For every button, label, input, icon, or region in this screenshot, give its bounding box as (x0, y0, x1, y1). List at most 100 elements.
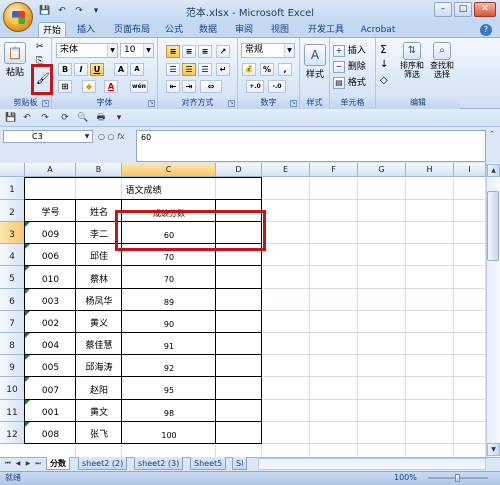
percent-button[interactable]: % (260, 63, 274, 76)
table-cell[interactable]: 60 (122, 227, 216, 244)
preview-icon[interactable]: 🔍 (76, 111, 90, 125)
table-cell[interactable]: 黄义 (76, 316, 122, 333)
row-header-10[interactable]: 10 (0, 377, 25, 400)
last-sheet-icon[interactable]: ⏭ (33, 459, 43, 469)
format-painter-icon[interactable]: 🖌 (36, 72, 50, 85)
column-header-g[interactable]: G (358, 163, 406, 177)
alignment-launcher-icon[interactable]: ↘ (228, 100, 235, 107)
table-cell[interactable]: 010 (25, 271, 76, 289)
maximize-button[interactable]: □ (454, 2, 472, 17)
help-icon[interactable]: ? (480, 24, 492, 36)
formula-input[interactable]: 60 (136, 130, 486, 162)
prev-sheet-icon[interactable]: ◀ (13, 459, 23, 469)
delete-cells-button[interactable]: − 删除 (333, 59, 366, 73)
first-sheet-icon[interactable]: ⏮ (3, 459, 13, 469)
clipboard-launcher-icon[interactable]: ↘ (42, 100, 49, 107)
insert-function-icon[interactable]: ○ ○ fx (98, 130, 134, 143)
row-header-3[interactable]: 3 (0, 222, 25, 244)
table-cell[interactable]: 005 (25, 360, 76, 377)
error-indicator-icon[interactable] (25, 311, 30, 316)
table-cell[interactable]: 张飞 (76, 427, 122, 444)
align-right-icon[interactable]: ☰ (198, 63, 212, 76)
table-cell[interactable]: 蔡佳慧 (76, 338, 122, 355)
header-cell[interactable]: 姓名 (76, 205, 122, 222)
font-size-select[interactable]: 10 ▼ (120, 43, 154, 58)
format-cells-button[interactable]: ▤ 格式 (333, 75, 366, 89)
table-cell[interactable]: 004 (25, 338, 76, 355)
refresh-icon[interactable]: ⟳ (58, 111, 72, 125)
tab-view[interactable]: 视图 (266, 22, 294, 38)
header-cell[interactable]: 成绩分数 (122, 205, 216, 222)
column-header-d[interactable]: D (216, 163, 262, 177)
table-cell[interactable]: 98 (122, 405, 216, 422)
table-cell[interactable]: 100 (122, 427, 216, 444)
table-cell[interactable]: 92 (122, 360, 216, 377)
table-cell[interactable]: 90 (122, 316, 216, 333)
table-cell[interactable]: 001 (25, 405, 76, 422)
sheet-tab-sheet2-2[interactable]: sheet2 (2) (78, 457, 128, 470)
align-center-icon[interactable]: ☰ (182, 63, 196, 76)
name-box[interactable]: C3 (3, 130, 93, 143)
wrap-text-icon[interactable]: ↵ (216, 63, 230, 76)
table-cell[interactable]: 邱佳 (76, 249, 122, 266)
error-indicator-icon[interactable] (25, 400, 30, 405)
shrink-font-button[interactable]: A (130, 63, 144, 76)
find-select-button[interactable]: ⌕ 查找和 选择 (428, 42, 456, 79)
error-indicator-icon[interactable] (25, 289, 30, 294)
scroll-up-icon[interactable]: ▲ (487, 164, 500, 177)
table-cell[interactable]: 003 (25, 294, 76, 311)
increase-indent-icon[interactable]: ⇥ (182, 80, 196, 93)
table-cell[interactable]: 89 (122, 294, 216, 311)
currency-icon[interactable]: 💰 (242, 63, 256, 76)
minimize-button[interactable]: – (434, 2, 452, 17)
fill-color-icon[interactable]: ◆ (82, 80, 96, 93)
copy-icon[interactable]: ⎘ (36, 56, 43, 66)
sheet-title-cell[interactable]: 语文成绩 (25, 182, 262, 200)
decrease-decimal-button[interactable]: -.0 (268, 80, 286, 93)
comma-button[interactable]: , (278, 63, 292, 76)
bold-button[interactable]: B (58, 63, 72, 76)
table-cell[interactable]: 007 (25, 382, 76, 400)
tab-review[interactable]: 审阅 (230, 22, 258, 38)
row-header-12[interactable]: 12 (0, 422, 25, 444)
number-launcher-icon[interactable]: ↘ (290, 100, 297, 107)
row-header-8[interactable]: 8 (0, 333, 25, 355)
row-header-4[interactable]: 4 (0, 244, 25, 266)
tab-page-layout[interactable]: 页面布局 (108, 22, 156, 38)
scroll-down-icon[interactable]: ▼ (487, 443, 500, 456)
error-indicator-icon[interactable] (25, 266, 30, 271)
align-top-icon[interactable]: ≡ (166, 45, 180, 58)
orientation-icon[interactable]: ↗ (216, 45, 230, 58)
column-header-e[interactable]: E (262, 163, 310, 177)
error-indicator-icon[interactable] (25, 422, 30, 427)
align-middle-icon[interactable]: ≡ (182, 45, 196, 58)
column-header-a[interactable]: A (25, 163, 76, 177)
sheet-tab-scores[interactable]: 分数 (46, 457, 70, 470)
table-cell[interactable]: 91 (122, 338, 216, 355)
underline-button[interactable]: U (90, 63, 104, 76)
cut-icon[interactable]: ✂ (36, 42, 44, 52)
next-sheet-icon[interactable]: ▶ (23, 459, 33, 469)
tab-data[interactable]: 数据 (194, 22, 222, 38)
sheet-tab-partial[interactable]: Sl (232, 457, 248, 470)
table-cell[interactable]: 赵阳 (76, 382, 122, 400)
row-header-6[interactable]: 6 (0, 289, 25, 311)
error-indicator-icon[interactable] (25, 355, 30, 360)
column-header-c[interactable]: C (122, 163, 216, 177)
font-color-icon[interactable]: A (104, 80, 118, 93)
table-cell[interactable]: 70 (122, 271, 216, 289)
horizontal-scrollbar[interactable] (258, 458, 486, 470)
header-cell[interactable]: 学号 (25, 205, 76, 222)
close-button[interactable]: ✕ (474, 2, 496, 17)
number-format-select[interactable]: 常规 ▼ (241, 43, 295, 58)
table-cell[interactable]: 008 (25, 427, 76, 444)
error-indicator-icon[interactable] (25, 377, 30, 382)
font-launcher-icon[interactable]: ↘ (148, 100, 155, 107)
align-left-icon[interactable]: ☰ (166, 63, 180, 76)
tab-developer[interactable]: 开发工具 (304, 22, 348, 38)
increase-decimal-button[interactable]: +.0 (246, 80, 264, 93)
merge-center-icon[interactable]: ⇔ (200, 80, 222, 93)
decrease-indent-icon[interactable]: ⇤ (166, 80, 180, 93)
error-indicator-icon[interactable] (25, 222, 30, 227)
table-cell[interactable]: 006 (25, 249, 76, 266)
